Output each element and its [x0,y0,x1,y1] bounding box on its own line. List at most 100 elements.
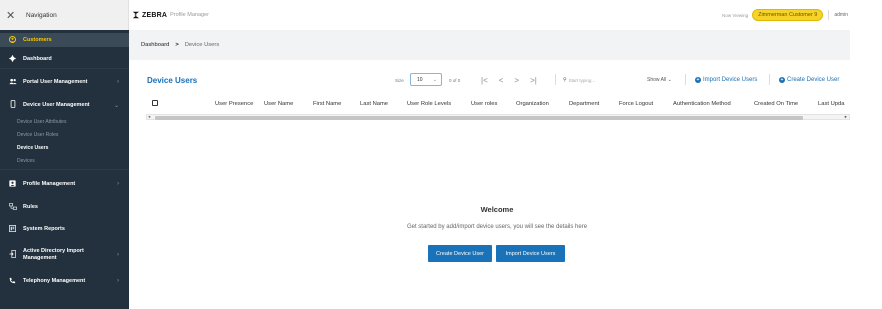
column-header-user-roles[interactable]: User roles [471,101,497,107]
column-header-department[interactable]: Department [569,101,599,107]
divider [828,10,830,20]
sidebar-item-label-line1: Active Directory Import [23,248,84,254]
horizontal-scrollbar[interactable]: ◂ ▸ [146,114,850,120]
empty-state-message: Get started by add/import device users, … [406,224,588,230]
prev-page-button[interactable]: < [499,76,504,85]
chevron-right-icon: › [117,181,119,187]
chevron-right-icon: › [117,79,119,85]
navigation-title: Navigation [26,11,57,19]
chevron-down-icon: ⌄ [432,76,437,83]
plus-circle-icon: + [779,77,785,83]
sidebar-item-dashboard[interactable]: Dashboard [0,52,129,66]
show-all-label: Show All [647,77,667,83]
gear-icon [7,54,18,64]
empty-state-title: Welcome [480,205,514,214]
user-menu[interactable]: admin [834,12,848,18]
first-page-button[interactable]: |< [481,76,488,85]
column-header-user-presence[interactable]: User Presence [215,101,253,107]
rules-icon [7,202,18,212]
profile-icon [7,179,18,189]
sidebar-item-customers[interactable]: Customers [0,33,129,47]
sidebar-item-active-directory-import[interactable]: Active Directory Import Management › [0,244,129,266]
sidebar-subitem-device-user-roles[interactable]: Device User Roles [17,132,58,138]
search-placeholder: Start typing... [568,77,596,83]
sidebar-divider [0,169,129,170]
sidebar-subitem-device-user-attributes[interactable]: Device User Attributes [17,119,66,125]
sidebar-divider [0,68,129,69]
sidebar-item-label: Customers [23,37,52,43]
now-viewing-label: Now Viewing [722,12,749,18]
column-header-last-updated[interactable]: Last Upda [818,101,844,107]
sidebar-item-label: Telephony Management [23,278,86,284]
zebra-logo-icon [132,11,140,19]
scroll-left-icon[interactable]: ◂ [148,114,150,120]
brand: ZEBRA Profile Manager [132,11,209,19]
mobile-icon [7,100,18,110]
users-icon [7,78,18,87]
column-header-authentication-method[interactable]: Authentication Method [673,101,731,107]
chevron-down-icon: ⌄ [667,77,672,83]
scrollbar-thumb[interactable] [155,116,803,120]
search-icon: ⚲ [563,77,567,83]
last-page-button[interactable]: >| [530,76,537,85]
import-device-users-label: Import Device Users [703,77,758,83]
plus-circle-icon: + [695,77,701,83]
sidebar-item-telephony-management[interactable]: Telephony Management › [0,274,129,288]
sidebar-item-profile-management[interactable]: Profile Management › [0,177,129,191]
sidebar-item-label: Profile Management [23,181,76,187]
divider [555,74,556,85]
breadcrumb-dashboard[interactable]: Dashboard [141,42,169,48]
sidebar-subitem-device-users[interactable]: Device Users [17,145,48,151]
create-device-user-label: Create Device User [787,77,840,83]
breadcrumb: Dashboard > Device Users [129,30,850,60]
sidebar-item-label-line2: Management [23,255,57,261]
import-icon [7,250,18,260]
customer-selector[interactable]: Zimmerman Customer 9 [752,9,824,21]
next-page-button[interactable]: > [514,76,519,85]
create-device-user-button[interactable]: Create Device User [428,245,492,262]
page-size-label: Size [395,77,404,83]
sidebar-item-label: Active Directory Import Management [23,248,84,262]
record-count: 0 of 0 [449,77,461,83]
sidebar-subitem-devices[interactable]: Devices [17,158,35,164]
page-size-value: 10 [417,76,423,83]
sidebar-item-label: Device User Management [23,102,90,108]
page-title: Device Users [147,75,198,85]
navigation-header: ✕ Navigation [0,0,129,30]
table-toolbar: Device Users Size 10 ⌄ 0 of 0 |< < > >| ⚲ S… [129,70,850,90]
empty-state: Welcome [129,205,865,214]
sidebar-item-rules[interactable]: Rules [0,200,129,214]
page-size-select[interactable]: 10 ⌄ [410,73,442,86]
divider [769,74,770,85]
import-device-users-button[interactable]: Import Device Users [496,245,565,262]
column-header-user-role-levels[interactable]: User Role Levels [407,101,451,107]
create-device-user-link[interactable]: + Create Device User [779,77,839,83]
sidebar-item-system-reports[interactable]: System Reports [0,222,129,236]
select-all-checkbox[interactable] [152,100,158,106]
column-header-created-on-time[interactable]: Created On Time [754,101,798,107]
topbar-right: Now Viewing Zimmerman Customer 9 admin [722,9,882,21]
column-header-user-name[interactable]: User Name [264,101,293,107]
sidebar: Customers Dashboard Portal User Manageme… [0,30,129,309]
column-header-first-name[interactable]: First Name [313,101,341,107]
import-device-users-link[interactable]: + Import Device Users [695,77,757,83]
close-icon[interactable]: ✕ [6,9,20,22]
brand-logo-text: ZEBRA [142,11,168,19]
brand-subtitle: Profile Manager [170,12,209,18]
sidebar-item-portal-user-management[interactable]: Portal User Management › [0,75,129,89]
breadcrumb-current: Device Users [184,42,220,48]
scroll-right-icon[interactable]: ▸ [845,114,847,120]
chevron-right-icon: › [117,278,119,284]
column-header-last-name[interactable]: Last Name [360,101,388,107]
sidebar-item-device-user-management[interactable]: Device User Management ⌄ [0,98,129,112]
sidebar-item-label: Rules [23,204,38,210]
user-circle-icon [7,35,18,45]
sidebar-item-label: Portal User Management [23,79,88,85]
divider [685,74,686,85]
show-all-filter[interactable]: Show All ⌄ [647,77,672,83]
column-header-organization[interactable]: Organization [516,101,549,107]
column-header-force-logout[interactable]: Force Logout [619,101,653,107]
report-icon [7,224,18,234]
sidebar-item-label: Dashboard [23,56,52,62]
zebra-logo: ZEBRA [132,11,167,19]
